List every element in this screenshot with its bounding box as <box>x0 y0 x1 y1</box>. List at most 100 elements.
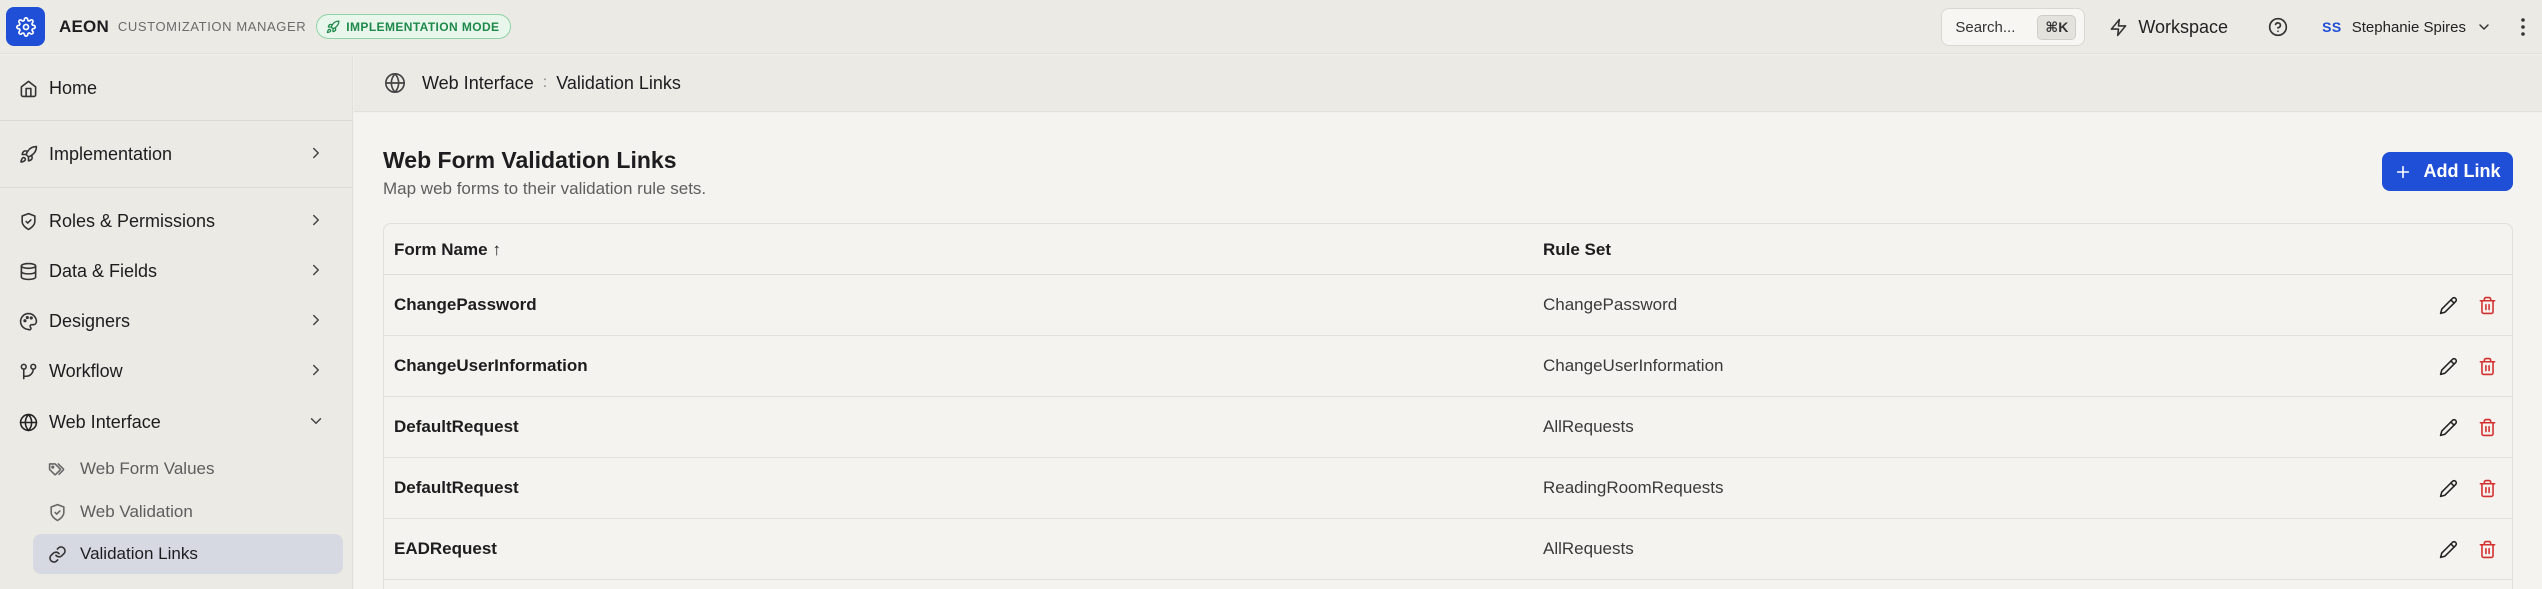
search-button[interactable]: Search... ⌘K <box>1941 8 2086 46</box>
trash-icon <box>2479 357 2495 375</box>
delete-button[interactable] <box>2476 538 2498 560</box>
rule-set-cell: ChangePassword <box>1543 295 1678 314</box>
page-subtitle: Map web forms to their validation rule s… <box>383 179 707 198</box>
globe-icon <box>19 413 37 431</box>
brand-subtitle: CUSTOMIZATION MANAGER <box>117 19 307 34</box>
breadcrumb-separator: : <box>542 74 548 91</box>
sidebar-subitem-label: Validation Links <box>80 544 198 563</box>
user-name: Stephanie Spires <box>2351 18 2466 36</box>
sidebar-item-label: Designers <box>49 310 131 331</box>
column-rule-set[interactable]: Rule Set <box>1543 240 1611 260</box>
sidebar-subitem-web-form-values[interactable]: Web Form Values <box>33 449 343 489</box>
sort-ascending-icon: ↑ <box>492 240 502 259</box>
help-circle-icon <box>2268 17 2288 37</box>
table-row: DefaultRequest AllRequests <box>384 397 2512 458</box>
sidebar-item-workflow[interactable]: Workflow <box>0 349 353 393</box>
chevron-right-icon <box>313 264 319 276</box>
edit-button[interactable] <box>2437 477 2459 499</box>
validation-links-table: Form Name ↑ Rule Set ChangePassword Chan… <box>383 223 2513 589</box>
edit-button[interactable] <box>2437 416 2459 438</box>
column-form-name-label: Form Name <box>394 240 488 259</box>
more-vertical-icon <box>2521 18 2525 36</box>
chevron-right-icon <box>313 364 319 376</box>
sidebar-item-label: Implementation <box>49 143 173 164</box>
user-menu[interactable]: SS Stephanie Spires <box>2322 19 2492 36</box>
table-header: Form Name ↑ Rule Set <box>384 224 2512 275</box>
column-rule-set-label: Rule Set <box>1543 240 1612 259</box>
delete-button[interactable] <box>2476 477 2498 499</box>
workspace-button[interactable]: Workspace <box>2109 17 2228 38</box>
plus-icon <box>2396 165 2409 178</box>
column-form-name[interactable]: Form Name ↑ <box>394 240 501 260</box>
chevron-down-icon <box>310 418 322 424</box>
breadcrumb-section[interactable]: Web Interface <box>422 73 534 94</box>
sidebar-subitem-web-validation[interactable]: Web Validation <box>33 492 343 532</box>
trash-icon <box>2479 479 2495 497</box>
chevron-right-icon <box>313 214 319 226</box>
globe-icon <box>385 73 405 93</box>
pencil-icon <box>2439 540 2457 558</box>
rule-set-cell: AllRequests <box>1543 417 1634 436</box>
rule-set-cell: ChangeUserInformation <box>1543 356 1724 375</box>
chevron-right-icon <box>313 147 319 159</box>
sidebar-item-label: Workflow <box>49 360 123 381</box>
sidebar-divider <box>0 120 353 121</box>
sidebar: Home Implementation Roles & Permissions … <box>0 55 353 589</box>
pencil-icon <box>2439 296 2457 314</box>
delete-button[interactable] <box>2476 355 2498 377</box>
page-title: Web Form Validation Links <box>383 147 677 173</box>
pencil-icon <box>2439 418 2457 436</box>
sidebar-item-roles[interactable]: Roles & Permissions <box>0 199 353 243</box>
form-name-cell: ChangeUserInformation <box>394 356 588 375</box>
edit-button[interactable] <box>2437 538 2459 560</box>
help-button[interactable] <box>2268 17 2288 37</box>
trash-icon <box>2479 418 2495 436</box>
edit-button[interactable] <box>2437 294 2459 316</box>
search-label: Search... <box>1955 18 2016 36</box>
rocket-icon <box>19 145 37 163</box>
table-row: DefaultRequest ReadingRoomRequests <box>384 458 2512 519</box>
table-row: ChangeUserInformation ChangeUserInformat… <box>384 336 2512 397</box>
sidebar-subitem-validation-links[interactable]: Validation Links <box>33 534 343 574</box>
add-link-label: Add Link <box>2423 161 2501 181</box>
sidebar-item-data-fields[interactable]: Data & Fields <box>0 249 353 293</box>
sidebar-divider <box>0 187 353 188</box>
more-menu-button[interactable] <box>2520 17 2526 37</box>
shield-icon <box>20 212 36 230</box>
breadcrumb-bar: Web Interface : Validation Links <box>354 55 2542 112</box>
sidebar-item-web-interface[interactable]: Web Interface <box>0 400 353 444</box>
search-shortcut: ⌘K <box>2037 14 2077 40</box>
sidebar-item-designers[interactable]: Designers <box>0 299 353 343</box>
form-name-cell: DefaultRequest <box>394 417 519 436</box>
add-link-button[interactable]: Add Link <box>2382 152 2513 191</box>
chevron-down-icon <box>2479 24 2489 30</box>
pencil-icon <box>2439 357 2457 375</box>
table-row: EADRequest AllRequests <box>384 519 2512 580</box>
implementation-mode-badge: IMPLEMENTATION MODE <box>316 14 512 39</box>
sidebar-item-label: Data & Fields <box>49 260 158 281</box>
pencil-icon <box>2439 479 2457 497</box>
gear-icon <box>15 16 36 37</box>
sidebar-item-home[interactable]: Home <box>0 66 353 110</box>
sidebar-item-label: Home <box>49 77 98 98</box>
lightning-icon <box>2110 18 2127 36</box>
main-content: Web Form Validation Links Map web forms … <box>354 113 2542 589</box>
delete-button[interactable] <box>2476 294 2498 316</box>
mode-badge-label: IMPLEMENTATION MODE <box>346 19 500 34</box>
workspace-label: Workspace <box>2138 16 2229 37</box>
form-name-cell: ChangePassword <box>394 295 537 314</box>
form-name-cell: EADRequest <box>394 539 497 558</box>
sidebar-item-implementation[interactable]: Implementation <box>0 132 353 176</box>
avatar: SS <box>2322 19 2342 35</box>
rocket-icon <box>327 20 340 33</box>
top-bar: AEON CUSTOMIZATION MANAGER IMPLEMENTATIO… <box>0 0 2542 54</box>
breadcrumb-current: Validation Links <box>556 72 681 93</box>
palette-icon <box>19 312 37 331</box>
breadcrumb: Web Interface : Validation Links <box>384 72 681 94</box>
sidebar-item-label: Roles & Permissions <box>49 210 216 231</box>
app-logo[interactable] <box>6 7 45 46</box>
sidebar-subitem-label: Web Form Values <box>80 459 215 478</box>
database-icon <box>20 262 36 280</box>
edit-button[interactable] <box>2437 355 2459 377</box>
delete-button[interactable] <box>2476 416 2498 438</box>
